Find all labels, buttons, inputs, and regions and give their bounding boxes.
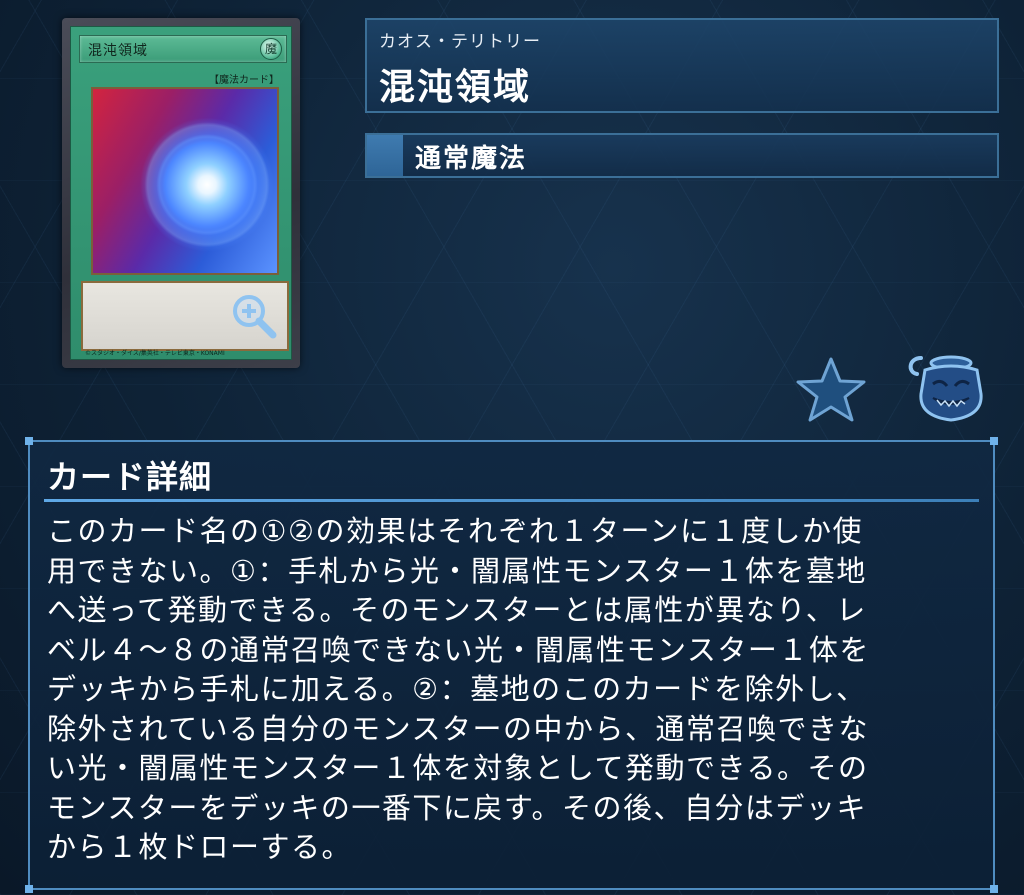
panel-corner: [25, 437, 33, 445]
card-artwork: [91, 87, 279, 275]
panel-corner: [990, 437, 998, 445]
card-image[interactable]: 混沌領域 魔 【魔法カード】 ©スタジオ・ダイス/集英社・テレビ東京・KONAM…: [62, 18, 300, 368]
card-reading: カオス・テリトリー: [379, 32, 541, 52]
panel-corner: [990, 885, 998, 893]
zoom-in-icon[interactable]: [229, 291, 279, 341]
card-type: 通常魔法: [415, 144, 528, 174]
card-detail-panel: カード詳細 このカード名の①②の効果はそれぞれ１ターンに１度しか使 用できない。…: [25, 437, 998, 893]
card-name-on-card: 混沌領域: [88, 43, 148, 59]
card-name-panel: カオス・テリトリー 混沌領域: [365, 18, 999, 113]
card-description-box: [81, 281, 289, 351]
card-copyright: ©スタジオ・ダイス/集英社・テレビ東京・KONAMI: [85, 350, 225, 357]
star-icon[interactable]: [795, 356, 867, 422]
detail-heading: カード詳細: [47, 458, 213, 496]
card-name-box: 混沌領域 魔: [79, 35, 287, 63]
panel-corner: [25, 885, 33, 893]
pot-of-greed-icon[interactable]: [903, 350, 987, 424]
card-type-line: 【魔法カード】: [209, 75, 279, 86]
type-color-swatch: [367, 135, 403, 176]
card-face: 混沌領域 魔 【魔法カード】 ©スタジオ・ダイス/集英社・テレビ東京・KONAM…: [70, 26, 292, 360]
spell-attribute-icon: 魔: [260, 38, 282, 60]
card-title: 混沌領域: [379, 67, 532, 108]
detail-divider: [44, 499, 979, 502]
card-effect-text: このカード名の①②の効果はそれぞれ１ターンに１度しか使 用できない。①：手札から…: [47, 514, 870, 864]
card-type-panel: 通常魔法: [365, 133, 999, 178]
